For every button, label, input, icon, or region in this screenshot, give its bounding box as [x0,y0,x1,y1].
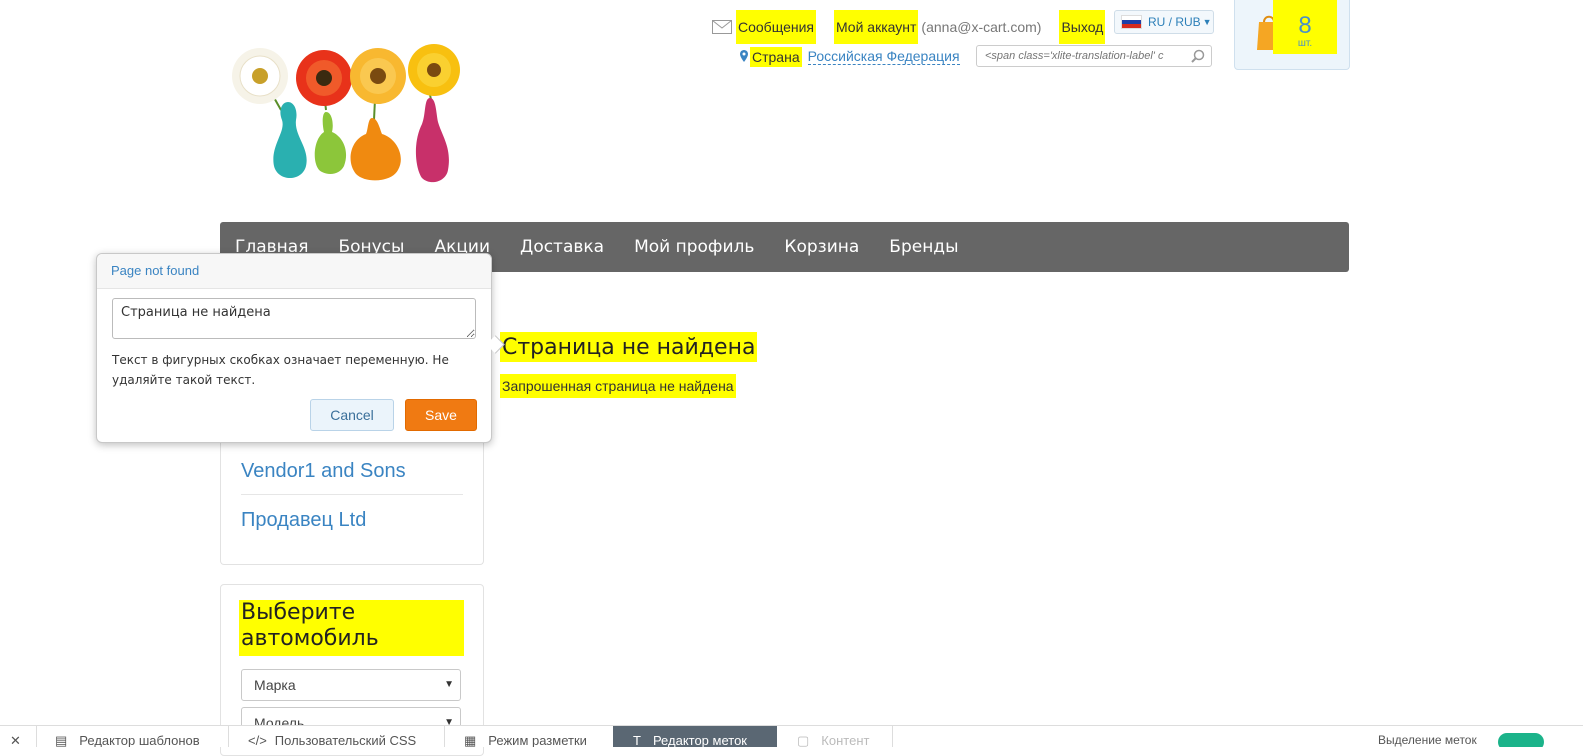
logout-link[interactable]: Выход [1059,10,1106,44]
car-selector-title[interactable]: Выберите автомобиль [239,600,464,656]
divider [892,726,893,747]
language-currency-dropdown[interactable]: RU / RUB ▼ [1114,10,1214,34]
store-logo-flowers[interactable] [226,40,486,200]
map-pin-icon [740,49,748,65]
label-editor-popup: Page not found Текст в фигурных скобках … [96,253,505,443]
divider [241,494,463,495]
account-link[interactable]: Мой аккаунт (anna@x-cart.com) [833,10,1042,44]
country-label: Страна [750,47,802,67]
make-select-value: Марка [254,677,296,693]
popup-title: Page not found [97,254,491,289]
save-button[interactable]: Save [405,399,477,431]
nav-my-profile[interactable]: Мой профиль [634,237,754,257]
cancel-button[interactable]: Cancel [310,399,394,431]
russia-flag-icon [1121,15,1142,29]
code-icon: </> [248,733,267,747]
toolbar-item-label: Редактор меток [652,733,747,747]
search-box [976,45,1212,67]
nav-delivery[interactable]: Доставка [520,237,604,257]
logout-label: Выход [1059,10,1106,44]
lang-currency-label: RU / RUB [1148,15,1201,29]
toolbar-item-label: Режим разметки [488,733,587,747]
label-text-field[interactable] [112,298,476,339]
mini-cart[interactable]: 8 шт. [1234,0,1350,70]
page-subtitle[interactable]: Запрошенная страница не найдена [500,374,736,398]
toolbar-item-label: Пользовательский CSS [274,733,417,747]
toolbar-item-label: Редактор шаблонов [79,733,200,747]
toolbar-labels-editor[interactable]: T Редактор меток [613,726,777,747]
header-top-links: Сообщения Мой аккаунт (anna@x-cart.com) … [712,10,1123,44]
search-icon[interactable] [1191,49,1205,63]
account-label: Мой аккаунт [833,10,919,44]
vendor-link-1[interactable]: Vendor1 and Sons [241,460,406,483]
close-icon[interactable]: ✕ [10,726,21,747]
divider [444,726,445,747]
toolbar-template-editor[interactable]: ▤ Редактор шаблонов [55,726,200,747]
messages-link[interactable]: Сообщения [712,10,816,44]
nav-cart[interactable]: Корзина [784,237,859,257]
envelope-icon [712,20,732,34]
label-highlight-toggle[interactable] [1498,733,1544,747]
divider [228,726,229,747]
page-title[interactable]: Страница не найдена [500,332,758,362]
toolbar-custom-css[interactable]: </> Пользовательский CSS [248,726,416,747]
content-icon: ▢ [797,733,810,747]
make-select[interactable]: Марка ▼ [241,669,461,701]
divider [36,726,37,747]
messages-label: Сообщения [736,10,816,44]
caret-down-icon: ▼ [1202,17,1212,27]
toolbar-content[interactable]: ▢ Контент [797,726,869,747]
bottom-toolbar: ✕ ▤ Редактор шаблонов </> Пользовательск… [0,725,1583,747]
cart-count-number: 8 [1298,12,1312,39]
cart-count-badge: 8 шт. [1273,0,1337,54]
toolbar-layout-mode[interactable]: ▦ Режим разметки [464,726,587,747]
cart-count-unit: шт. [1297,38,1313,49]
account-email: (anna@x-cart.com) [921,19,1042,35]
popup-hint: Текст в фигурных скобках означает переме… [112,353,449,387]
label-highlight-label: Выделение меток [1378,733,1477,747]
search-input[interactable] [983,49,1187,63]
country-selector: Страна Российская Федерация [740,45,960,69]
select-arrow-icon: ▼ [444,679,454,690]
layout-icon: ▦ [464,733,477,747]
vendor-link-2[interactable]: Продавец Ltd [241,509,366,532]
country-value-link[interactable]: Российская Федерация [807,49,960,65]
text-icon: T [633,733,641,747]
toolbar-item-label: Контент [821,733,870,747]
nav-brands[interactable]: Бренды [889,237,958,257]
template-icon: ▤ [55,733,68,747]
